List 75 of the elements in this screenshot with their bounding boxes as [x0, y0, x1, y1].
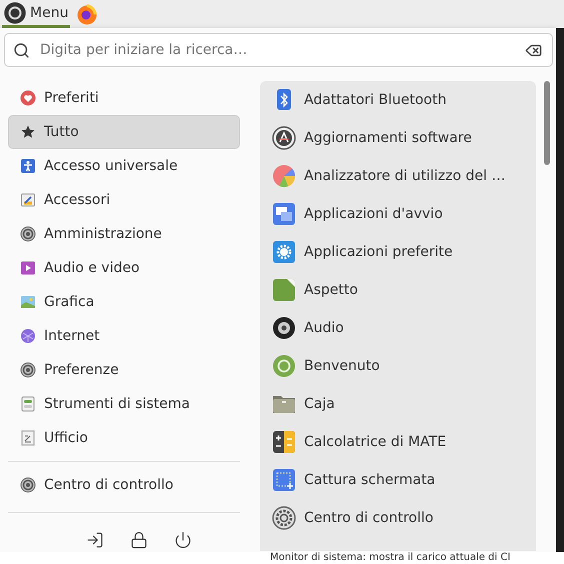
scrollbar[interactable] [544, 81, 550, 165]
toggle-icon [20, 396, 36, 412]
app-label: Caja [304, 396, 335, 412]
app-item[interactable]: Audio [260, 309, 536, 347]
gear-icon [272, 506, 296, 530]
category-label: Audio e video [44, 260, 140, 276]
gear-icon [20, 226, 36, 242]
calculator-icon [272, 430, 296, 454]
category-item[interactable]: Accessori [8, 183, 240, 217]
app-item[interactable]: Cattura schermata [260, 461, 536, 499]
category-label: Amministrazione [44, 226, 162, 242]
globe-icon [20, 328, 36, 344]
category-label: Accesso universale [44, 158, 178, 174]
category-item[interactable]: Internet [8, 319, 240, 353]
category-label: Internet [44, 328, 100, 344]
category-item[interactable]: Centro di controllo [8, 468, 240, 502]
page-icon [272, 278, 296, 302]
app-label: Analizzatore di utilizzo del … [304, 168, 506, 184]
category-label: Preferiti [44, 90, 99, 106]
gear-icon [272, 240, 296, 264]
app-item[interactable]: Aggiornamenti software [260, 119, 536, 157]
category-label: Ufficio [44, 430, 88, 446]
category-label: Grafica [44, 294, 94, 310]
category-item[interactable]: Grafica [8, 285, 240, 319]
app-label: Centro di controllo [304, 510, 434, 526]
app-item[interactable]: Analizzatore di utilizzo del … [260, 157, 536, 195]
search-icon [13, 42, 30, 58]
app-label: Cattura schermata [304, 472, 436, 488]
app-item[interactable]: Benvenuto [260, 347, 536, 385]
accessibility-icon [20, 158, 36, 174]
category-item[interactable]: Ufficio [8, 421, 240, 455]
category-label: Centro di controllo [44, 477, 174, 493]
app-item[interactable]: Aspetto [260, 271, 536, 309]
category-label: Strumenti di sistema [44, 396, 190, 412]
app-label: Aspetto [304, 282, 358, 298]
app-item[interactable]: Centro di controllo [260, 499, 536, 537]
screenshot-icon [272, 468, 296, 492]
logo-icon [4, 2, 26, 24]
app-label: Calcolatrice di MATE [304, 434, 446, 450]
category-item[interactable]: Amministrazione [8, 217, 240, 251]
app-label: Applicazioni d'avvio [304, 206, 443, 222]
gear-icon [20, 477, 36, 493]
app-label: Aggiornamenti software [304, 130, 472, 146]
windows-icon [272, 202, 296, 226]
category-item[interactable]: Accesso universale [8, 149, 240, 183]
category-item[interactable]: Tutto [8, 115, 240, 149]
logo-icon [272, 354, 296, 378]
app-item[interactable]: Calcolatrice di MATE [260, 423, 536, 461]
play-icon [20, 260, 36, 276]
category-label: Tutto [44, 124, 79, 140]
gear-icon [20, 362, 36, 378]
category-label: Accessori [44, 192, 110, 208]
app-label: Benvenuto [304, 358, 380, 374]
app-item[interactable]: Applicazioni d'avvio [260, 195, 536, 233]
update-icon [272, 126, 296, 150]
app-item[interactable]: Applicazioni preferite [260, 233, 536, 271]
pie-chart-icon [272, 164, 296, 188]
category-item[interactable]: Strumenti di sistema [8, 387, 240, 421]
pencil-icon [20, 192, 36, 208]
app-label: Applicazioni preferite [304, 244, 453, 260]
background-text: Monitor di sistema: mostra il carico attuale di CI [0, 552, 564, 564]
category-item[interactable]: Preferiti [8, 81, 240, 115]
star-icon [20, 124, 36, 140]
app-label: Audio [304, 320, 344, 336]
speaker-icon [272, 316, 296, 340]
category-label: Preferenze [44, 362, 119, 378]
category-item[interactable]: Audio e video [8, 251, 240, 285]
app-item[interactable]: Caja [260, 385, 536, 423]
app-label: Adattatori Bluetooth [304, 92, 446, 108]
search-input[interactable]: Digita per iniziare la ricerca… [38, 41, 515, 59]
image-icon [20, 294, 36, 310]
document-icon [20, 430, 36, 446]
category-item[interactable]: Preferenze [8, 353, 240, 387]
app-item[interactable]: Adattatori Bluetooth [260, 81, 536, 119]
search-field[interactable]: Digita per iniziare la ricerca… [4, 33, 553, 67]
